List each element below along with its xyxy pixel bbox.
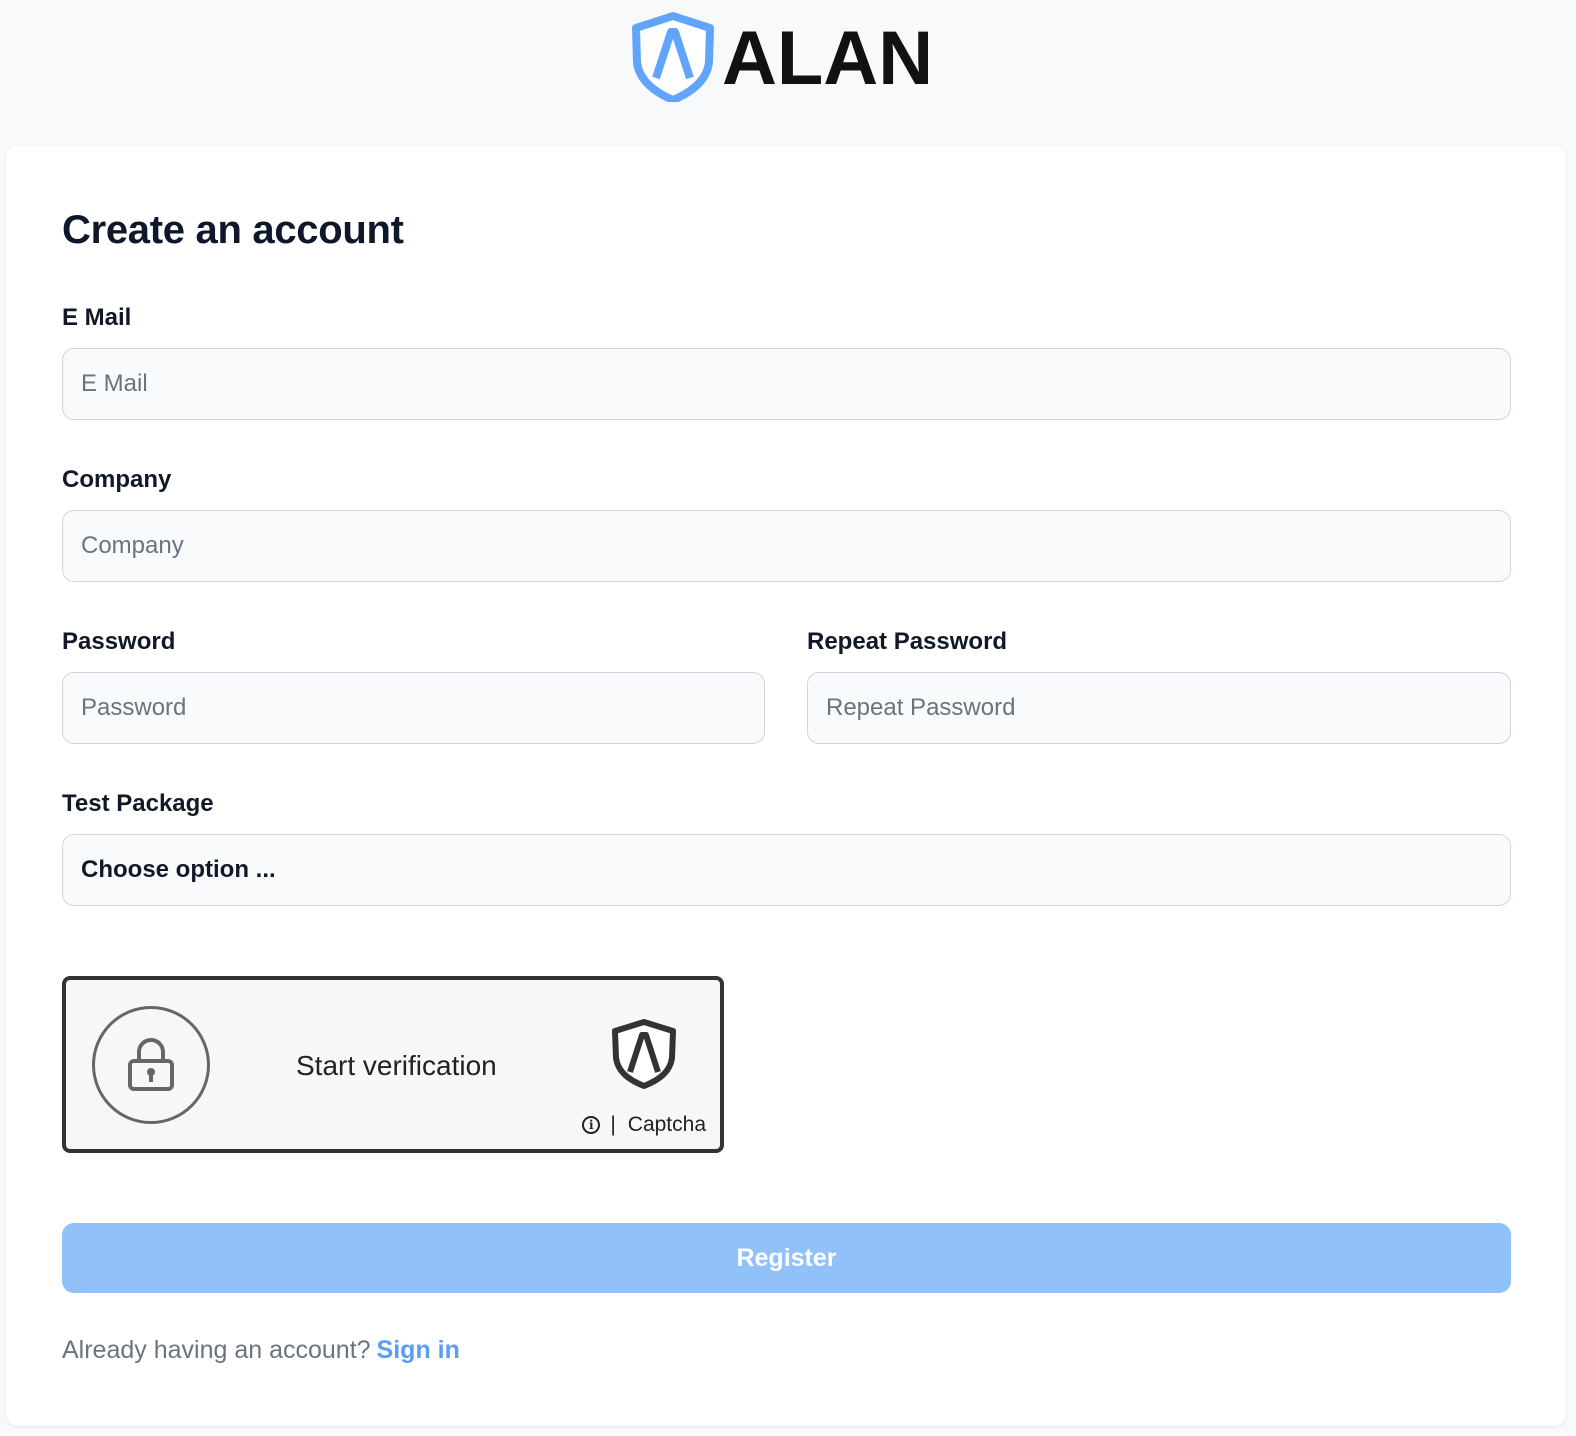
company-input[interactable] bbox=[62, 510, 1511, 582]
captcha-separator: | bbox=[610, 1113, 616, 1136]
repeat-password-input[interactable] bbox=[807, 672, 1511, 744]
signin-link[interactable]: Sign in bbox=[377, 1336, 460, 1364]
email-input[interactable] bbox=[62, 348, 1511, 420]
company-label: Company bbox=[62, 466, 172, 493]
repeat-password-label: Repeat Password bbox=[807, 628, 1008, 655]
register-button[interactable]: Register bbox=[62, 1223, 1511, 1293]
password-label: Password bbox=[62, 628, 176, 655]
test-package-select[interactable]: Choose option ... bbox=[62, 834, 1511, 906]
brand-wordmark: ALAN bbox=[722, 24, 933, 90]
info-icon[interactable]: i bbox=[582, 1116, 601, 1134]
email-label: E Mail bbox=[62, 304, 132, 331]
captcha-brand: Captcha bbox=[627, 1113, 706, 1136]
brand-logo[interactable]: ALAN bbox=[630, 12, 934, 102]
brand-wordmark-text: ALAN bbox=[722, 24, 933, 90]
password-input[interactable] bbox=[62, 672, 765, 744]
lock-icon bbox=[128, 1038, 174, 1091]
test-package-selected: Choose option ... bbox=[81, 856, 276, 883]
shield-logo-icon bbox=[632, 12, 714, 102]
captcha-lock-button[interactable] bbox=[92, 1006, 210, 1124]
signin-prompt: Already having an account? Sign in bbox=[62, 1336, 460, 1365]
test-package-label: Test Package bbox=[62, 790, 214, 817]
register-card: Create an account E Mail Company Passwor… bbox=[6, 146, 1566, 1426]
signin-prompt-text: Already having an account? bbox=[62, 1336, 371, 1364]
shield-icon bbox=[612, 1019, 676, 1089]
header: ALAN bbox=[0, 0, 1576, 146]
captcha-widget[interactable]: Start verification i | Captcha bbox=[62, 976, 724, 1153]
page-title: Create an account bbox=[62, 208, 404, 252]
captcha-footer: i | Captcha bbox=[582, 1113, 706, 1137]
captcha-start-text: Start verification bbox=[296, 1050, 497, 1081]
